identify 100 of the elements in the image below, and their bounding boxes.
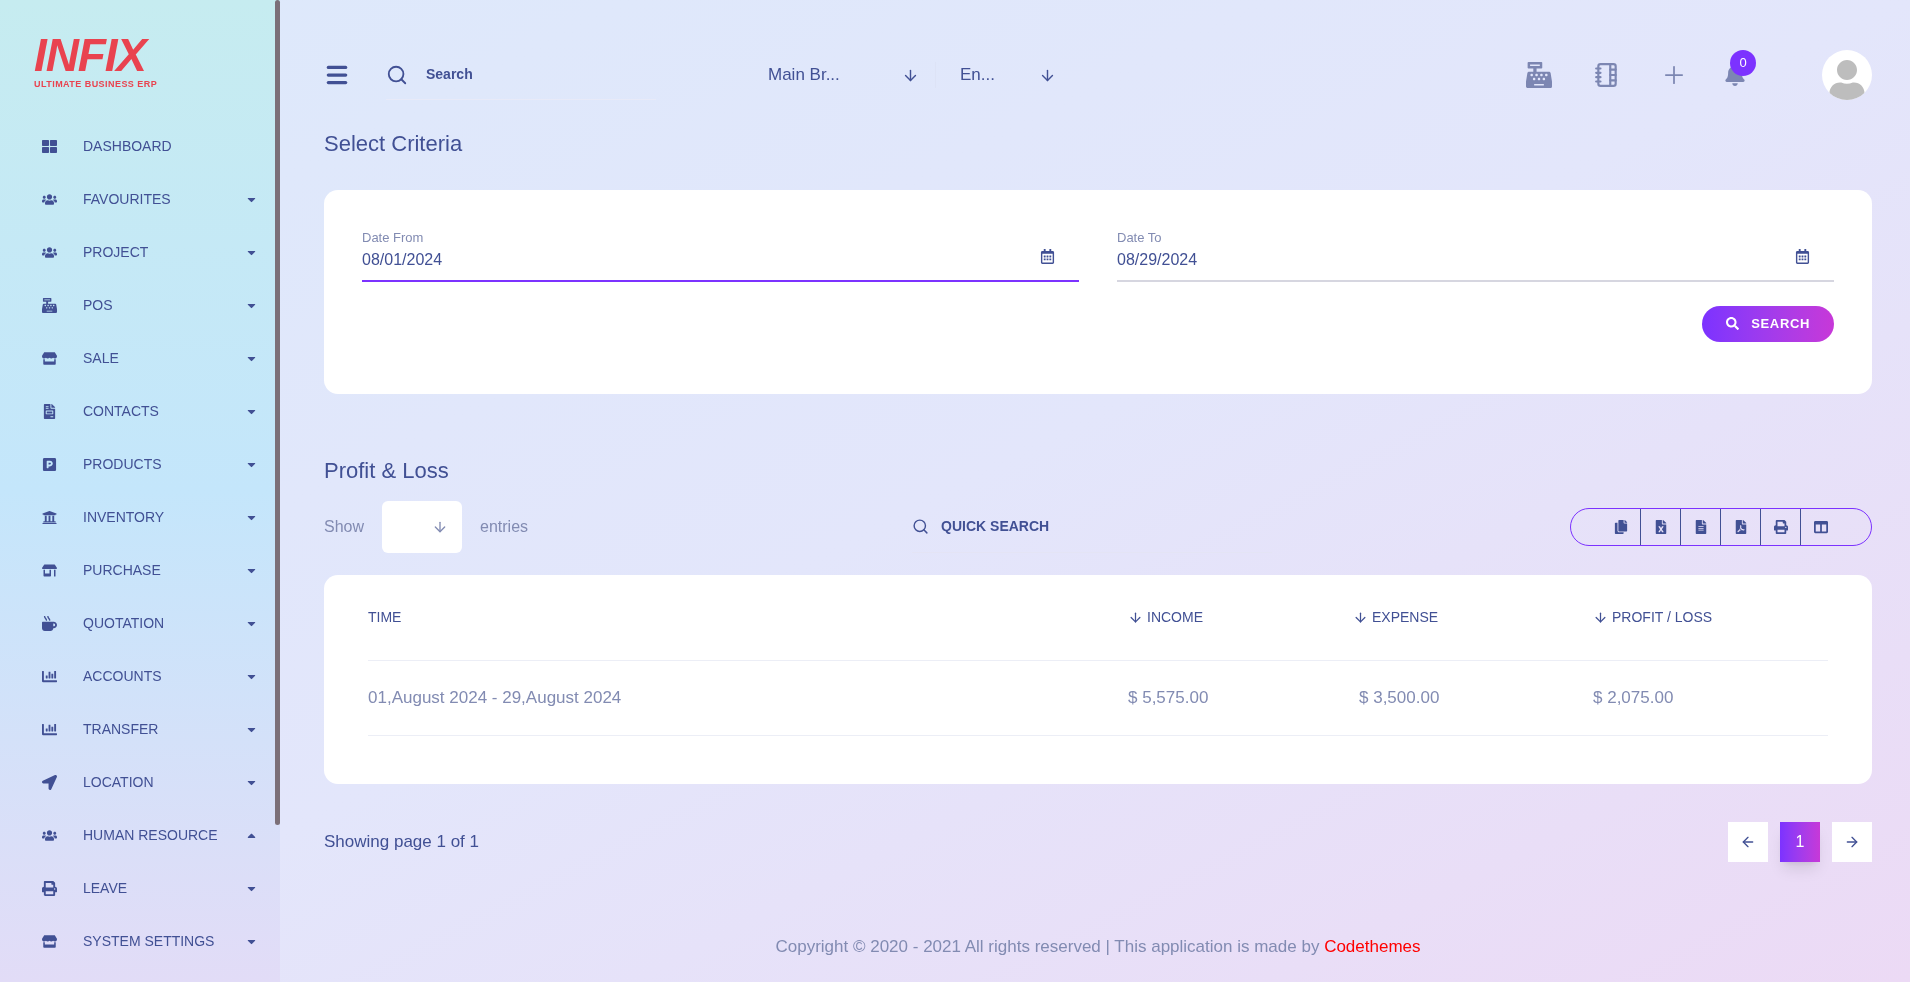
menu-label: INVENTORY	[83, 507, 166, 527]
search-icon	[1726, 317, 1740, 330]
menu-label: PROJECT	[83, 242, 150, 262]
pdf-file-icon	[1733, 520, 1748, 534]
field-label: Date To	[1117, 229, 1163, 247]
previous-page-button[interactable]	[1728, 822, 1768, 862]
date-field[interactable]: Date To 08/29/2024	[1117, 228, 1834, 282]
cash-register-icon[interactable]	[1526, 62, 1552, 88]
sidebar-item[interactable]: POS	[0, 278, 270, 332]
column-header[interactable]: INCOME	[1128, 607, 1353, 628]
menu-label: HUMAN RESOURCE	[83, 825, 219, 845]
sidebar-item[interactable]: PROJECT	[0, 225, 270, 279]
search-icon	[386, 63, 408, 86]
menu-label: TRANSFER	[83, 719, 160, 739]
user-silhouette-icon	[1827, 60, 1867, 100]
sidebar-item[interactable]: CONTACTS	[0, 384, 270, 438]
document-icon	[1693, 520, 1708, 534]
excel-file-icon	[1653, 520, 1668, 534]
column-header[interactable]: EXPENSE	[1353, 607, 1593, 628]
sidebar-item[interactable]: INVENTORY	[0, 490, 270, 544]
users-icon	[42, 191, 57, 207]
print-icon	[42, 880, 57, 896]
section-title: Profit & Loss	[324, 457, 450, 485]
arrow-right-icon	[1844, 834, 1860, 850]
table-cell-text: 01,August 2024 - 29,August 2024	[368, 687, 623, 710]
menu-label: ACCOUNTS	[83, 666, 163, 686]
bar-chart-icon	[42, 668, 57, 684]
sort-arrow-icon	[1593, 610, 1608, 625]
users-icon	[42, 827, 57, 843]
menu-label: SALE	[83, 348, 120, 368]
menu-label: LOCATION	[83, 772, 155, 792]
sidebar-item[interactable]: SYSTEM SETTINGS	[0, 914, 270, 968]
search-field[interactable]: Search	[426, 64, 606, 85]
column-header[interactable]: PROFIT / LOSS	[1593, 607, 1828, 628]
notebook-icon[interactable]	[1594, 62, 1620, 88]
table-cell-text: $ 3,500.00	[1358, 687, 1441, 710]
scrollbar[interactable]	[275, 0, 280, 825]
page-button[interactable]: 1	[1780, 822, 1820, 862]
menu-label: PRODUCTS	[83, 454, 163, 474]
users-icon	[42, 244, 57, 260]
notification-badge: 0	[1730, 50, 1756, 76]
sidebar-item[interactable]: FAVOURITES	[0, 172, 270, 226]
store-icon	[42, 933, 57, 949]
search-icon	[912, 518, 930, 535]
menu-label: POS	[83, 295, 114, 315]
cash-register-icon	[42, 297, 57, 313]
menu-label: LEAVE	[83, 878, 129, 898]
document-icon	[42, 403, 57, 419]
print-icon	[1773, 520, 1788, 534]
grid-icon	[42, 138, 57, 154]
mug-icon	[42, 615, 57, 631]
field-value: 08/01/2024	[362, 249, 444, 270]
sidebar-item[interactable]: HUMAN RESOURCE	[0, 808, 270, 862]
shop-icon	[42, 562, 57, 578]
logo-tagline: ULTIMATE BUSINESS ERP	[34, 78, 159, 91]
sort-arrow-icon	[1353, 610, 1368, 625]
columns-icon	[1814, 520, 1828, 534]
sidebar-item[interactable]: TRANSFER	[0, 702, 270, 756]
sort-arrow-icon	[1128, 610, 1143, 625]
parking-icon	[42, 456, 57, 472]
menu-label: DASHBOARD	[83, 136, 173, 156]
menu-label: SYSTEM SETTINGS	[83, 931, 216, 951]
sidebar-item[interactable]: QUOTATION	[0, 596, 270, 650]
table-cell-text: $ 5,575.00	[1128, 687, 1210, 710]
section-title: Select Criteria	[324, 130, 464, 158]
show-label: Show	[324, 517, 365, 537]
logo-text: INFIX	[34, 32, 280, 78]
sidebar-item[interactable]: PURCHASE	[0, 543, 270, 597]
bar-chart-icon	[42, 721, 57, 737]
sidebar-item[interactable]: LOCATION	[0, 755, 270, 809]
bank-icon	[42, 509, 57, 525]
next-page-button[interactable]	[1832, 822, 1872, 862]
entries-label: entries	[480, 517, 529, 537]
search-button[interactable]: SEARCH	[1702, 305, 1834, 342]
menu-label: QUOTATION	[83, 613, 166, 633]
arrow-left-icon	[1740, 834, 1756, 850]
store-icon	[42, 350, 57, 366]
footer-text: Copyright © 2020 - 2021 All rights reserved | This application is made by Codethemes	[774, 936, 1422, 958]
calendar-icon	[1040, 248, 1055, 264]
field-label: Date From	[362, 229, 425, 247]
field-value: 08/29/2024	[1117, 249, 1199, 270]
sidebar-item[interactable]: PRODUCTS	[0, 437, 270, 491]
column-header[interactable]: TIME	[368, 607, 1128, 628]
sidebar-item[interactable]: SALE	[0, 331, 270, 385]
menu-label: CONTACTS	[83, 401, 160, 421]
calendar-icon	[1795, 248, 1810, 264]
menu-label: PURCHASE	[83, 560, 162, 580]
table-cell-text: $ 2,075.00	[1593, 687, 1675, 710]
footer-link[interactable]: Codethemes	[1324, 937, 1421, 956]
pagination-summary: Showing page 1 of 1	[324, 831, 480, 854]
branch-select[interactable]: Main Br...	[768, 62, 936, 88]
sidebar-item[interactable]: LEAVE	[0, 861, 270, 915]
quick-search-field[interactable]: QUICK SEARCH	[941, 516, 1242, 537]
sidebar-item[interactable]: DASHBOARD	[0, 119, 270, 173]
language-select[interactable]: En...	[936, 62, 1056, 88]
location-arrow-icon	[42, 774, 57, 790]
menu-label: FAVOURITES	[83, 189, 172, 209]
date-field[interactable]: Date From 08/01/2024	[362, 228, 1079, 282]
copy-icon	[1613, 520, 1628, 534]
sidebar-item[interactable]: ACCOUNTS	[0, 649, 270, 703]
